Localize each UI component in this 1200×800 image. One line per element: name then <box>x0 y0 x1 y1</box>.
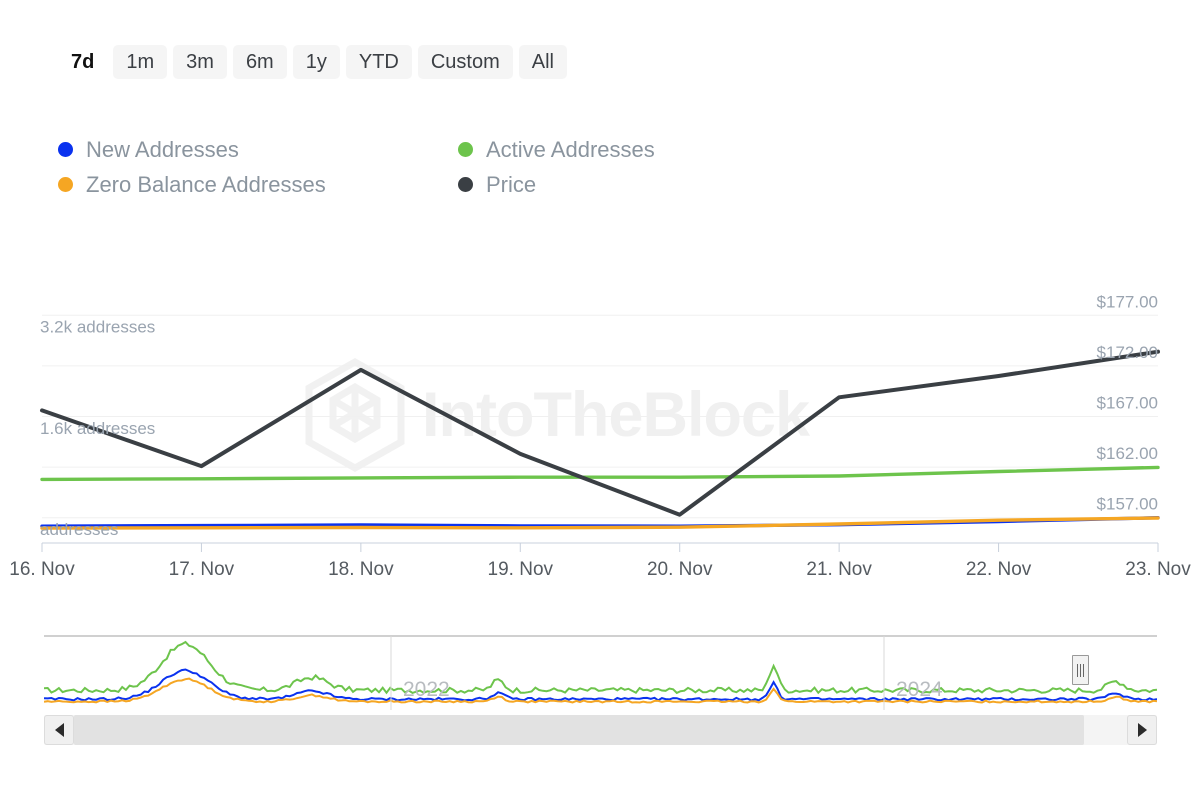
navigator-series <box>44 640 1157 704</box>
x-axis-tick: 17. Nov <box>169 559 235 580</box>
range-button-3m[interactable]: 3m <box>173 45 227 79</box>
x-axis-tick: 19. Nov <box>488 559 554 580</box>
range-button-1m[interactable]: 1m <box>113 45 168 79</box>
left-axis-tick: 1.6k addresses <box>40 419 155 438</box>
right-axis-tick: $177.00 <box>1097 292 1158 311</box>
legend-label: Active Addresses <box>486 136 655 162</box>
x-axis-labels: 16. Nov 17. Nov 18. Nov 19. Nov 20. Nov 21. N… <box>9 559 1191 580</box>
right-axis-labels: $157.00 $162.00 $167.00 $172.00 $177.00 <box>1097 292 1158 513</box>
navigator-right-handle[interactable] <box>1072 655 1089 685</box>
range-button-7d[interactable]: 7d <box>58 45 107 79</box>
legend-label: Price <box>486 171 537 197</box>
left-axis-tick: addresses <box>40 520 118 539</box>
gridlines <box>42 314 1158 519</box>
navigator-plot[interactable]: 2022 2024 <box>44 620 1157 715</box>
legend-label: Zero Balance Addresses <box>86 171 326 197</box>
right-axis-tick: $157.00 <box>1097 495 1158 514</box>
series-lines <box>40 349 1160 530</box>
legend-color-dot <box>58 177 73 192</box>
navigator-year-label: 2024 <box>896 678 943 701</box>
navigator-svg: 2022 2024 <box>44 635 1157 710</box>
navigator-series-active-addresses <box>44 640 1157 695</box>
chart-legend: New Addresses Active Addresses Zero Balanc… <box>58 132 818 202</box>
legend-item-new-addresses[interactable]: New Addresses <box>58 137 458 163</box>
main-plot: addresses 1.6k addresses 3.2k addresses $1… <box>0 250 1200 590</box>
x-axis-tick: 21. Nov <box>806 559 872 580</box>
legend-color-dot <box>58 142 73 157</box>
arrow-right-icon <box>1137 723 1147 737</box>
scroll-right-button[interactable] <box>1127 715 1157 745</box>
drag-handle-icon <box>1077 663 1078 677</box>
legend-item-zero-balance-addresses[interactable]: Zero Balance Addresses <box>58 172 458 198</box>
right-axis-tick: $172.00 <box>1097 343 1158 362</box>
left-axis-labels: addresses 1.6k addresses 3.2k addresses <box>40 318 155 539</box>
scrollbar-track[interactable] <box>74 715 1084 745</box>
range-selector: 7d 1m 3m 6m 1y YTD Custom All <box>58 45 567 79</box>
series-active-addresses <box>40 465 1160 482</box>
drag-handle-icon <box>1083 663 1084 677</box>
x-axis-tick: 22. Nov <box>966 559 1032 580</box>
range-button-ytd[interactable]: YTD <box>345 45 412 79</box>
range-button-6m[interactable]: 6m <box>232 45 287 79</box>
range-button-all[interactable]: All <box>518 45 567 79</box>
legend-label: New Addresses <box>86 136 239 162</box>
scroll-left-button[interactable] <box>44 715 74 745</box>
axes <box>41 542 1159 552</box>
navigator-series-new-addresses <box>44 668 1157 702</box>
navigator-scrollbar[interactable] <box>44 715 1157 745</box>
legend-color-dot <box>458 142 473 157</box>
x-axis-tick: 16. Nov <box>9 559 75 580</box>
legend-color-dot <box>458 177 473 192</box>
x-axis-tick: 23. Nov <box>1125 559 1191 580</box>
legend-item-active-addresses[interactable]: Active Addresses <box>458 137 818 163</box>
arrow-left-icon <box>54 723 64 737</box>
drag-handle-icon <box>1080 663 1081 677</box>
navigator[interactable]: 2022 2024 <box>44 620 1157 745</box>
range-button-custom[interactable]: Custom <box>417 45 513 79</box>
right-axis-tick: $167.00 <box>1097 394 1158 413</box>
series-price <box>40 349 1160 517</box>
navigator-year-label: 2022 <box>403 678 450 701</box>
range-button-1y[interactable]: 1y <box>292 45 340 79</box>
plot-svg: addresses 1.6k addresses 3.2k addresses $1… <box>9 292 1191 580</box>
chart-widget: 7d 1m 3m 6m 1y YTD Custom All New Addresses Acti… <box>0 0 1200 800</box>
x-axis-tick: 20. Nov <box>647 559 713 580</box>
legend-item-price[interactable]: Price <box>458 172 818 198</box>
left-axis-tick: 3.2k addresses <box>40 318 155 337</box>
x-axis-tick: 18. Nov <box>328 559 394 580</box>
right-axis-tick: $162.00 <box>1097 444 1158 463</box>
